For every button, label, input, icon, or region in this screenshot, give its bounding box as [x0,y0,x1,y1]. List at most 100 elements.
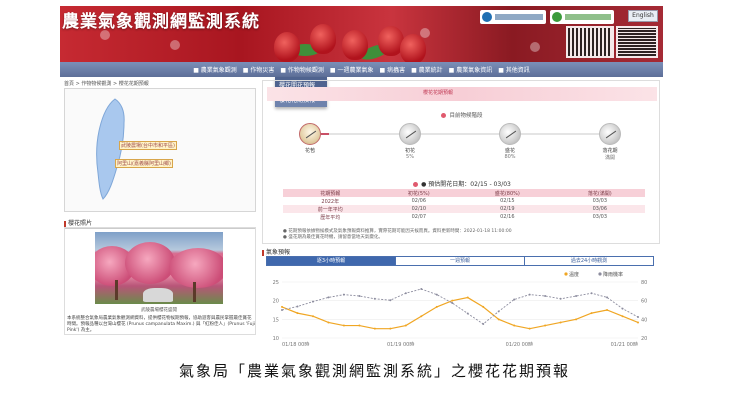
coa-logo[interactable] [550,10,614,24]
weather-section-header: 氣象預報 [262,247,290,256]
temperature-point [420,315,423,318]
table-cell: 2022年 [283,197,378,205]
rain-probability-point [590,292,593,295]
temperature-point [281,305,283,308]
table-cell: 02/15 [460,197,555,205]
rain-probability-point [466,312,469,315]
table-header-cell: 花期預報 [283,189,378,197]
petal-fall-stage-icon [599,123,621,145]
cwa-logo[interactable] [480,10,546,24]
nav-item-pests[interactable]: ■ 病蟲害 [380,65,406,74]
table-cell: 02/16 [460,213,555,221]
photo-caption: 武陵農場櫻花盛開 [141,308,177,313]
nav-item-statistics[interactable]: ■ 農業統計 [411,65,443,74]
temperature-point [621,315,624,318]
stage-name: 落花期 [602,148,618,154]
table-cell: 前一年平均 [283,205,378,213]
temperature-point [373,327,376,330]
legend-label: 溫度 [569,271,579,278]
stage-title-text: 目前物候階段 [449,113,483,119]
map-marker-alishan[interactable]: 阿里山(嘉義縣阿里山鄉) [115,159,173,168]
y-left-axis: 25 20 15 10 [273,280,279,342]
table-cell: 02/07 [377,213,461,221]
bloom-date-table: 花期預報 初花(5%) 盛花(80%) 落花(滿開) 2022年 02/06 0… [283,189,645,221]
rain-probability-point [559,297,562,300]
breadcrumb: 首頁 > 作物物候觀測 > 櫻花花期預報 [64,81,149,87]
rain-probability-point [311,300,314,303]
qr-code-image-2 [616,26,658,58]
rain-probability-point [482,323,485,325]
table-header-cell: 初花(5%) [377,189,461,197]
nav-item-weekly-agro-weather[interactable]: ■ 一週農業氣象 [330,65,374,74]
first-bloom-stage-icon [399,123,421,145]
temperature-point [482,305,485,308]
x-tick-label: 01/20 00時 [506,342,533,346]
tab-flowering-forecast[interactable]: 櫻花花期預報 [423,89,453,96]
stage-full-bloom[interactable]: 盛花 80% [485,123,535,160]
table-row: 2022年 02/06 02/15 03/03 [283,197,645,205]
taiwan-map-panel: 武陵農場(台中市和平區) 阿里山(嘉義縣阿里山鄉) [64,88,256,212]
table-cell: 02/10 [377,205,461,213]
rain-probability-point [420,288,423,290]
chart-series [281,288,639,330]
stage-petal-fall[interactable]: 落花期 滿開 [585,123,635,161]
nav-item-phenology[interactable]: ■ 作物物候觀測 [280,65,324,74]
x-axis: 01/18 00時 01/19 00時 01/20 00時 01/21 00時 [282,342,638,346]
chart-grid [282,281,638,339]
x-tick-label: 01/19 00時 [387,342,414,346]
rain-probability-point [606,296,609,299]
rain-probability-point [513,298,516,301]
full-bloom-stage-icon [499,123,521,145]
table-header-row: 花期預報 初花(5%) 盛花(80%) 落花(滿開) [283,189,645,197]
stage-first-bloom[interactable]: 初花 5% [385,123,435,160]
y-right-axis: 80 60 40 20 [641,280,647,342]
temperature-point [528,327,531,330]
x-tick-label: 01/18 00時 [282,342,309,346]
table-cell: 02/19 [460,205,555,213]
rain-probability-point [435,293,438,296]
bloom-forecast-panel: 櫻花花期預報 目前物候階段 花苞 初花 5% 盛花 80% 落花期 滿開 ● 預… [262,80,660,244]
temperature-point [606,309,609,311]
nav-item-agro-observation[interactable]: ■ 農業氣象觀測 [193,65,237,74]
cherry-blossom-photo [95,232,223,304]
map-marker-wuling[interactable]: 武陵農場(台中市和平區) [119,141,177,150]
temperature-point [296,312,299,315]
y-left-tick-label: 25 [273,280,279,286]
rain-probability-point [404,292,407,295]
bud-stage-icon [299,123,321,145]
nav-item-crop-disaster[interactable]: ■ 作物災害 [243,65,275,74]
tab-weekly-forecast[interactable]: 一週預報 [395,257,524,265]
stage-bud[interactable]: 花苞 [285,123,335,154]
rain-probability-point [575,295,578,297]
english-button[interactable]: English [628,10,658,22]
weather-chart[interactable]: 25 20 15 10 80 60 40 20 01/18 00時 01/19 00時 01/2… [266,268,654,346]
rain-probability-point [544,295,547,297]
rain-probability-point [621,307,624,310]
rain-probability-point [451,302,454,304]
table-cell: 03/03 [554,197,645,205]
rain-probability-point [528,293,531,296]
table-header-cell: 盛花(80%) [460,189,555,197]
table-header-cell: 落花(滿開) [554,189,645,197]
weather-tabs: 逐3小時預報 一週預報 過去24小時觀測 [266,256,654,266]
site-title[interactable]: 農業氣象觀測網監測系統 [62,7,260,32]
stage-progress-bar [311,133,611,135]
temperature-line [281,296,639,330]
main-navbar: ■ 農業氣象觀測 ■ 作物災害 ■ 作物物候觀測 ■ 一週農業氣象 ■ 病蟲害 … [60,62,663,77]
rain-probability-point [342,293,345,296]
rain-probability-line [281,288,639,325]
tab-3hour-forecast[interactable]: 逐3小時預報 [267,257,395,265]
nav-item-agro-info[interactable]: ■ 農業氣象資訊 [449,65,493,74]
table-cell: 02/06 [377,197,461,205]
temperature-point [466,296,469,299]
temperature-point [637,321,639,324]
tab-past-24h[interactable]: 過去24小時觀測 [524,257,653,265]
temperature-point [544,324,547,327]
temperature-point [435,305,438,308]
stage-name: 初花 [404,148,415,154]
rain-probability-point [637,316,639,318]
stage-name: 盛花 [504,148,515,154]
nav-item-other[interactable]: ■ 其他資訊 [498,65,530,74]
rain-probability-point [373,297,376,300]
stage-percent: 5% [406,154,414,160]
